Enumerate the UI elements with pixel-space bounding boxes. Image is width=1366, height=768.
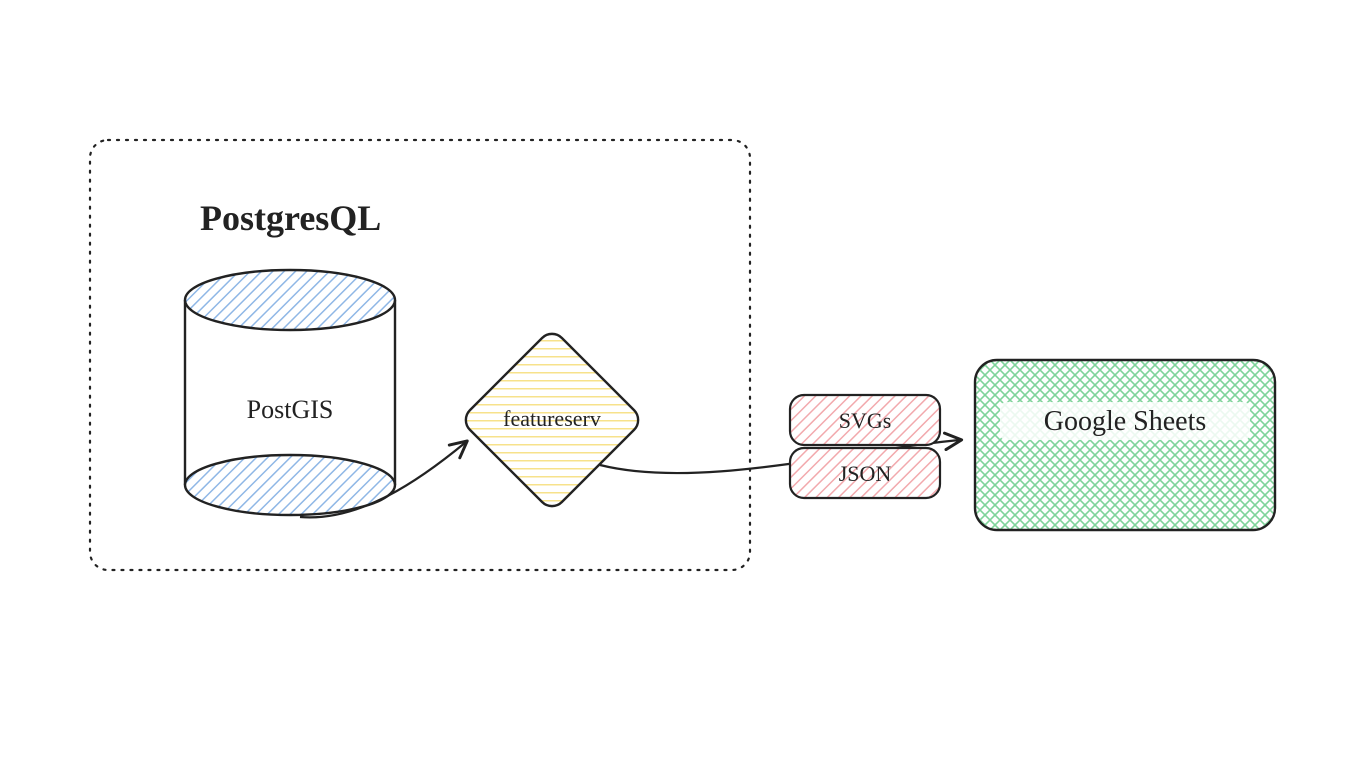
- architecture-diagram: PostgresQL PostGIS featureserv SVGs: [0, 0, 1366, 768]
- output-stack: SVGs JSON: [790, 395, 940, 498]
- output-svgs-label: SVGs: [839, 408, 892, 433]
- output-json-node: JSON: [790, 448, 940, 498]
- output-json-label: JSON: [839, 461, 892, 486]
- sheet-box-icon: [975, 360, 1275, 530]
- service-label: featureserv: [503, 406, 601, 431]
- destination-label: Google Sheets: [1044, 406, 1207, 437]
- destination-node: Google Sheets: [975, 360, 1275, 530]
- database-label: PostGIS: [247, 395, 334, 424]
- postgresql-group: PostgresQL: [90, 140, 750, 570]
- database-cylinder-icon: [185, 270, 395, 515]
- postgresql-title: PostgresQL: [200, 198, 381, 238]
- database-node: PostGIS: [185, 270, 395, 515]
- output-svgs-node: SVGs: [790, 395, 940, 445]
- service-node: featureserv: [460, 328, 644, 512]
